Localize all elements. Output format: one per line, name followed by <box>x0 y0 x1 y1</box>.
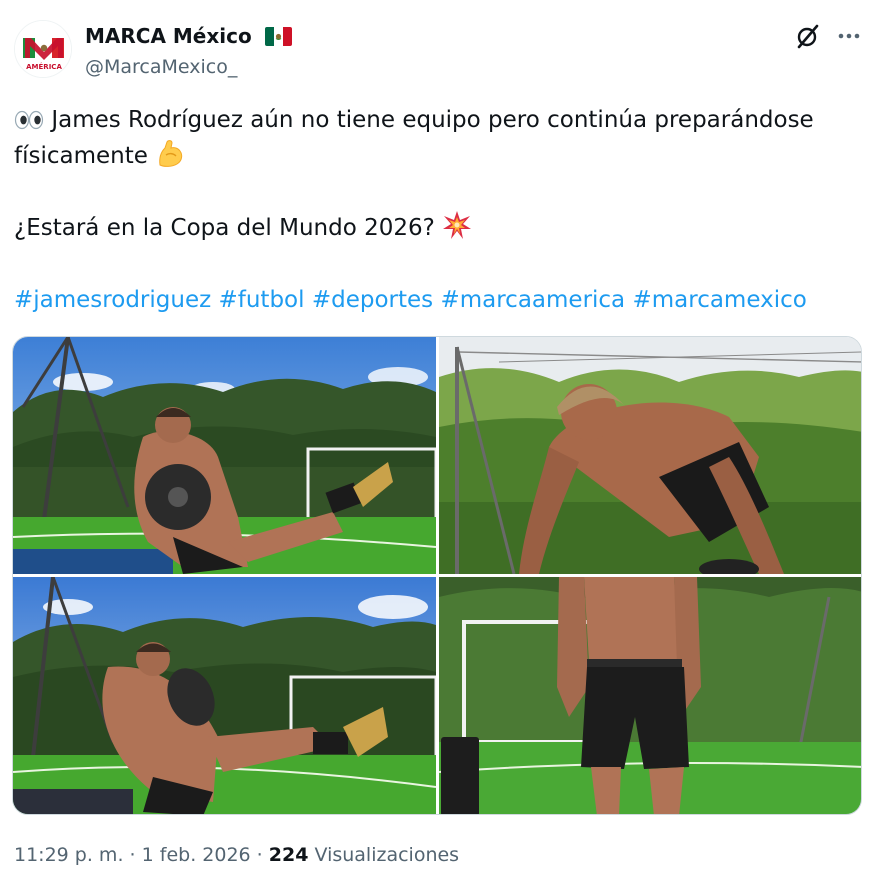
views-count: 224 <box>268 844 309 866</box>
tweet-line-3-text: ¿Estará en la Copa del Mundo 2026? <box>14 215 435 241</box>
media-grid <box>12 336 862 815</box>
author-handle[interactable]: @MarcaMexico_ <box>85 55 237 79</box>
photo-3[interactable] <box>13 577 436 814</box>
hashtag-marcaamerica[interactable]: #marcaamerica <box>440 287 625 313</box>
hashtag-marcamexico[interactable]: #marcamexico <box>632 287 806 313</box>
flexed-biceps-emoji-icon <box>159 140 183 167</box>
tweet-line-2-text: físicamente <box>14 143 148 169</box>
meta-separator-1: · <box>129 844 136 866</box>
photo-2-image <box>439 337 861 574</box>
tweet-card: AMÉRICA MARCA México @MarcaMexico_ James… <box>0 0 888 873</box>
tweet-time[interactable]: 11:29 p. m. <box>14 844 123 866</box>
marca-logo-icon: AMÉRICA <box>15 21 71 77</box>
photo-1-image <box>13 337 436 574</box>
views-label: Visualizaciones <box>314 844 460 866</box>
grok-button[interactable] <box>794 22 822 50</box>
more-options-icon <box>838 33 860 39</box>
tweet-line-1: James Rodríguez aún no tiene equipo pero… <box>14 102 874 138</box>
tweet-timestamp[interactable]: 11:29 p. m. · 1 feb. 2026 <box>14 844 251 866</box>
avatar-text: AMÉRICA <box>26 62 62 71</box>
photo-2[interactable] <box>439 337 861 574</box>
tweet-blank-line-2 <box>14 246 874 282</box>
avatar[interactable]: AMÉRICA <box>14 20 72 78</box>
meta-separator-2: · <box>256 844 263 866</box>
photo-1[interactable] <box>13 337 436 574</box>
tweet-date[interactable]: 1 feb. 2026 <box>142 844 251 866</box>
hashtag-row: #jamesrodriguez #futbol #deportes #marca… <box>14 282 874 318</box>
photo-3-image <box>13 577 436 814</box>
hashtag-futbol[interactable]: #futbol <box>218 287 304 313</box>
photo-4-image <box>439 577 861 814</box>
eyes-emoji-icon <box>14 110 44 130</box>
tweet-line-1-text: James Rodríguez aún no tiene equipo pero… <box>51 107 814 133</box>
grok-icon <box>797 24 819 49</box>
more-options-button[interactable] <box>835 22 863 50</box>
author-name-row[interactable]: MARCA México <box>85 24 292 48</box>
hashtag-jamesrodriguez[interactable]: #jamesrodriguez <box>14 287 211 313</box>
mexico-flag-icon <box>264 27 292 46</box>
tweet-meta: 11:29 p. m. · 1 feb. 2026 · 224 Visualiz… <box>14 843 459 867</box>
tweet-text: James Rodríguez aún no tiene equipo pero… <box>14 102 874 318</box>
author-name[interactable]: MARCA México <box>85 24 252 48</box>
tweet-line-2: físicamente <box>14 138 874 174</box>
collision-emoji-icon <box>443 211 472 239</box>
hashtag-deportes[interactable]: #deportes <box>312 287 433 313</box>
photo-4[interactable] <box>439 577 861 814</box>
tweet-line-3: ¿Estará en la Copa del Mundo 2026? <box>14 210 874 246</box>
